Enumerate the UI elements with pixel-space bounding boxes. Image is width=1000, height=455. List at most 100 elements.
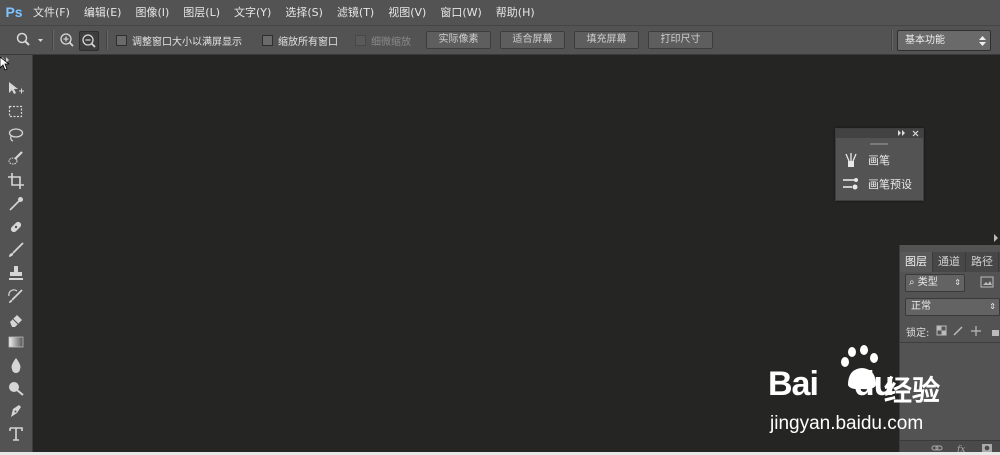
close-icon[interactable] bbox=[912, 130, 919, 137]
lock-label: 锁定: bbox=[906, 328, 930, 339]
scrubby-zoom-checkbox[interactable] bbox=[355, 35, 366, 46]
brush-icon bbox=[845, 153, 857, 167]
resize-windows-label: 调整窗口大小以满屏显示 bbox=[132, 37, 242, 48]
eraser-tool[interactable] bbox=[7, 310, 25, 328]
menu-window[interactable]: 窗口(W) bbox=[440, 4, 481, 20]
workspace-switcher[interactable]: 基本功能 bbox=[897, 30, 991, 51]
history-brush-tool[interactable] bbox=[7, 287, 25, 305]
collapse-panel-icon[interactable] bbox=[898, 130, 907, 136]
add-mask-icon[interactable] bbox=[982, 444, 992, 452]
updown-arrow-icon: ⇕ bbox=[989, 302, 996, 311]
zoom-out-button[interactable] bbox=[79, 31, 99, 51]
lock-position-icon[interactable] bbox=[971, 326, 981, 336]
zoom-all-windows-option[interactable]: 缩放所有窗口 bbox=[262, 33, 338, 48]
watermark-brand: Bai du bbox=[768, 365, 894, 403]
fit-screen-button[interactable]: 适合屏幕 bbox=[500, 31, 565, 49]
blur-tool[interactable] bbox=[7, 356, 25, 374]
zoom-in-button[interactable] bbox=[58, 31, 76, 49]
move-tool[interactable] bbox=[7, 80, 25, 98]
tab-paths[interactable]: 路径 bbox=[966, 252, 999, 272]
layer-filter-kind-select[interactable]: ⌕ 类型 ⇕ bbox=[905, 274, 965, 292]
history-brush-icon bbox=[8, 289, 23, 303]
type-icon bbox=[9, 427, 23, 441]
lasso-icon bbox=[8, 128, 24, 142]
menu-bar: Ps 文件(F) 编辑(E) 图像(I) 图层(L) 文字(Y) 选择(S) 滤… bbox=[0, 0, 1000, 24]
zoom-in-icon bbox=[60, 33, 74, 47]
watermark-cn-text: 经验 bbox=[884, 374, 941, 407]
clone-stamp-tool[interactable] bbox=[7, 264, 25, 282]
photoshop-logo: Ps bbox=[5, 4, 23, 20]
bandage-icon bbox=[10, 221, 22, 233]
menu-filter[interactable]: 滤镜(T) bbox=[337, 4, 374, 20]
brush-panel-item[interactable]: 画笔 bbox=[842, 151, 890, 169]
lock-options bbox=[936, 325, 999, 336]
menu-help[interactable]: 帮助(H) bbox=[496, 4, 535, 20]
filter-image-icon[interactable] bbox=[980, 276, 994, 288]
dodge-tool[interactable] bbox=[7, 379, 25, 397]
link-layers-icon[interactable] bbox=[931, 445, 943, 451]
tool-preset-picker[interactable] bbox=[16, 32, 44, 48]
brush-presets-icon bbox=[843, 178, 858, 190]
scrubby-zoom-label: 细微缩放 bbox=[371, 37, 411, 48]
brush-panel-titlebar[interactable] bbox=[836, 129, 923, 138]
lock-all-icon[interactable] bbox=[992, 330, 999, 336]
separator bbox=[891, 30, 893, 50]
menu-image[interactable]: 图像(I) bbox=[135, 4, 169, 20]
tab-channels[interactable]: 通道 bbox=[933, 252, 966, 272]
zoom-all-windows-checkbox[interactable] bbox=[262, 35, 273, 46]
blend-mode-label: 正常 bbox=[911, 301, 931, 312]
brush-presets-label: 画笔预设 bbox=[868, 178, 912, 191]
stamp-icon bbox=[9, 266, 23, 280]
quick-selection-tool[interactable] bbox=[7, 149, 25, 167]
baidu-watermark: Bai du 经验 jingyan.baidu.com bbox=[764, 345, 1000, 440]
eyedropper-icon bbox=[9, 197, 23, 211]
zoom-out-icon bbox=[82, 34, 96, 48]
resize-windows-checkbox[interactable] bbox=[116, 35, 127, 46]
separator bbox=[52, 30, 54, 50]
fill-screen-button[interactable]: 填充屏幕 bbox=[574, 31, 639, 49]
type-tool[interactable] bbox=[7, 425, 25, 443]
menu-edit[interactable]: 编辑(E) bbox=[84, 4, 122, 20]
lock-image-pixels-icon[interactable] bbox=[953, 326, 963, 336]
water-drop-icon bbox=[11, 358, 21, 373]
panel-grip[interactable] bbox=[870, 143, 888, 145]
rectangular-marquee-icon bbox=[8, 105, 23, 118]
brush-icon bbox=[9, 242, 24, 257]
move-icon bbox=[9, 82, 24, 94]
crop-icon bbox=[8, 173, 24, 189]
marquee-tool[interactable] bbox=[7, 103, 25, 121]
tab-layers[interactable]: 图层 bbox=[900, 252, 933, 272]
menu-view[interactable]: 视图(V) bbox=[388, 4, 426, 20]
brush-presets-item[interactable]: 画笔预设 bbox=[842, 175, 912, 193]
scrubby-zoom-option[interactable]: 细微缩放 bbox=[355, 33, 411, 48]
zoom-all-windows-label: 缩放所有窗口 bbox=[278, 37, 338, 48]
layers-panel-tabs: 图层 通道 路径 bbox=[900, 252, 1000, 272]
lasso-tool[interactable] bbox=[7, 126, 25, 144]
menu-select[interactable]: 选择(S) bbox=[285, 4, 323, 20]
actual-pixels-button[interactable]: 实际像素 bbox=[426, 31, 491, 49]
eyedropper-tool[interactable] bbox=[7, 195, 25, 213]
crop-tool[interactable] bbox=[7, 172, 25, 190]
dock-expand-handle[interactable] bbox=[992, 232, 1000, 242]
menu-type[interactable]: 文字(Y) bbox=[234, 4, 271, 20]
menu-layer[interactable]: 图层(L) bbox=[183, 4, 220, 20]
options-bar: 调整窗口大小以满屏显示 缩放所有窗口 细微缩放 实际像素 适合屏幕 填充屏幕 打… bbox=[0, 25, 1000, 55]
print-size-button[interactable]: 打印尺寸 bbox=[648, 31, 713, 49]
brush-panel: 画笔 画笔预设 bbox=[835, 128, 924, 201]
layer-filter-kind-label: 类型 bbox=[917, 277, 938, 288]
pen-tool[interactable] bbox=[7, 402, 25, 420]
lock-transparent-pixels-icon[interactable] bbox=[936, 325, 947, 336]
quick-selection-icon bbox=[8, 151, 23, 165]
brush-tool[interactable] bbox=[7, 241, 25, 259]
resize-windows-option[interactable]: 调整窗口大小以满屏显示 bbox=[116, 33, 242, 48]
blend-mode-select[interactable]: 正常 ⇕ bbox=[905, 298, 1000, 316]
eraser-icon bbox=[10, 315, 22, 327]
mouse-cursor-icon bbox=[0, 57, 9, 71]
watermark-url: jingyan.baidu.com bbox=[770, 413, 924, 434]
zoom-tool-icon bbox=[16, 32, 43, 46]
menu-file[interactable]: 文件(F) bbox=[33, 4, 70, 20]
healing-brush-tool[interactable] bbox=[7, 218, 25, 236]
gradient-icon bbox=[8, 336, 24, 348]
dodge-icon bbox=[9, 382, 24, 396]
gradient-tool[interactable] bbox=[7, 333, 25, 351]
